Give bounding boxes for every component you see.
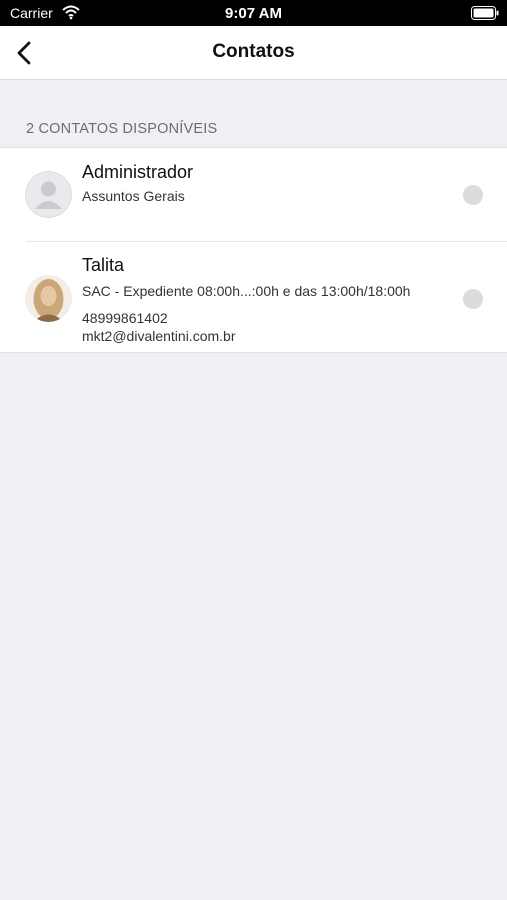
select-radio[interactable] xyxy=(463,185,483,205)
battery-icon xyxy=(471,6,499,20)
contact-row-administrador[interactable]: Administrador Assuntos Gerais xyxy=(0,148,507,242)
contact-row-talita[interactable]: Talita SAC - Expediente 08:00h...:00h e … xyxy=(0,242,507,353)
select-radio[interactable] xyxy=(463,289,483,309)
contact-list: Administrador Assuntos Gerais Talita SAC… xyxy=(0,147,507,353)
contact-name: Talita xyxy=(82,255,125,275)
clock: 9:07 AM xyxy=(225,5,282,22)
contact-email: mkt2@divalentini.com.br xyxy=(82,328,236,344)
contact-subtitle: Assuntos Gerais xyxy=(82,188,185,204)
contact-phone: 48999861402 xyxy=(82,310,168,326)
contact-subtitle: SAC - Expediente 08:00h...:00h e das 13:… xyxy=(82,283,411,299)
page-title: Contatos xyxy=(212,41,295,62)
photo-avatar xyxy=(25,275,72,322)
section-header: 2 CONTATOS DISPONÍVEIS xyxy=(26,121,218,137)
navigation-bar: Contatos xyxy=(0,26,507,80)
placeholder-avatar-icon xyxy=(25,171,72,218)
contact-name: Administrador xyxy=(82,162,194,182)
status-bar: Carrier 9:07 AM xyxy=(0,0,507,26)
